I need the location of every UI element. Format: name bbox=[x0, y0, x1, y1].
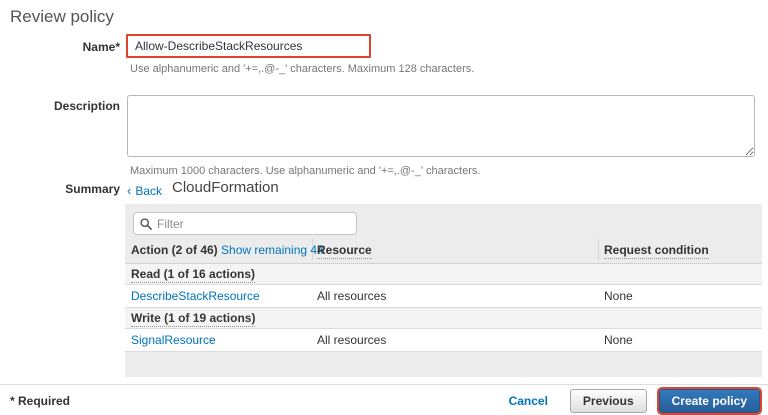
service-title: CloudFormation bbox=[172, 179, 279, 196]
footer-bar: * Required Cancel Previous Create policy bbox=[0, 384, 768, 415]
filter-input[interactable] bbox=[157, 217, 350, 231]
back-link-label: Back bbox=[135, 184, 162, 198]
request-condition-value: None bbox=[604, 333, 633, 347]
policy-summary-panel: Action (2 of 46) Show remaining 44 Resou… bbox=[125, 204, 762, 377]
resource-value: All resources bbox=[317, 333, 386, 347]
summary-label: Summary bbox=[0, 182, 120, 196]
group-header-row-read: Read (1 of 16 actions) bbox=[125, 264, 762, 285]
policy-name-input[interactable] bbox=[126, 34, 371, 58]
search-icon bbox=[140, 218, 152, 230]
filter-box bbox=[133, 212, 357, 235]
name-field-label: Name* bbox=[0, 40, 120, 54]
table-row: DescribeStackResource All resources None bbox=[125, 285, 762, 308]
required-note: * Required bbox=[10, 394, 70, 408]
create-policy-button[interactable]: Create policy bbox=[659, 389, 760, 413]
policy-description-textarea[interactable] bbox=[127, 95, 755, 157]
description-helper-text: Maximum 1000 characters. Use alphanumeri… bbox=[130, 165, 480, 177]
description-field-label: Description bbox=[0, 99, 120, 113]
actions-table: Action (2 of 46) Show remaining 44 Resou… bbox=[125, 236, 762, 352]
footer-actions: Cancel Previous Create policy bbox=[509, 389, 760, 413]
column-divider bbox=[598, 239, 599, 260]
name-helper-text: Use alphanumeric and '+=,.@-_' character… bbox=[130, 63, 474, 75]
request-condition-value: None bbox=[604, 289, 633, 303]
action-link[interactable]: SignalResource bbox=[131, 333, 216, 347]
resource-column-header: Resource bbox=[317, 243, 372, 259]
cancel-button[interactable]: Cancel bbox=[509, 394, 548, 408]
request-condition-column-header: Request condition bbox=[604, 243, 709, 259]
action-column-header: Action (2 of 46) bbox=[131, 243, 218, 257]
group-header-row-write: Write (1 of 19 actions) bbox=[125, 308, 762, 329]
previous-button[interactable]: Previous bbox=[570, 389, 647, 413]
table-header-row: Action (2 of 46) Show remaining 44 Resou… bbox=[125, 236, 762, 264]
action-link[interactable]: DescribeStackResource bbox=[131, 289, 260, 303]
chevron-left-icon: ‹ bbox=[127, 183, 131, 198]
back-link[interactable]: ‹ Back bbox=[127, 183, 162, 198]
group-header-label: Write (1 of 19 actions) bbox=[131, 311, 255, 327]
resource-value: All resources bbox=[317, 289, 386, 303]
table-row: SignalResource All resources None bbox=[125, 329, 762, 352]
group-header-label: Read (1 of 16 actions) bbox=[131, 267, 255, 283]
show-remaining-link[interactable]: Show remaining 44 bbox=[221, 243, 324, 257]
page-title: Review policy bbox=[10, 7, 114, 27]
